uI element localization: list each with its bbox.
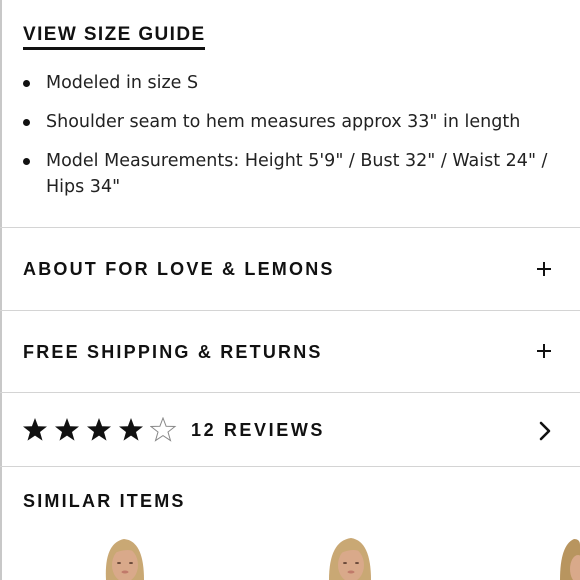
similar-item-image[interactable] [100, 535, 150, 580]
star-rating [22, 417, 182, 443]
detail-item: Shoulder seam to hem measures approx 33"… [23, 109, 563, 135]
size-guide-underline [23, 47, 205, 50]
star-empty-icon [150, 417, 177, 442]
accordion-about-brand[interactable]: ABOUT FOR LOVE & LEMONS [0, 227, 580, 310]
star-filled-icon [55, 418, 79, 441]
accordion-shipping-returns[interactable]: FREE SHIPPING & RETURNS [0, 310, 580, 392]
accordion-shipping-label: FREE SHIPPING & RETURNS [23, 342, 323, 362]
detail-item: Model Measurements: Height 5'9" / Bust 3… [23, 148, 563, 200]
plus-icon[interactable] [537, 262, 551, 276]
similar-item-image[interactable] [325, 535, 375, 580]
reviews-count: 12 REVIEWS [191, 420, 326, 440]
product-details-list: Modeled in size S Shoulder seam to hem m… [23, 70, 563, 213]
plus-icon[interactable] [537, 344, 551, 358]
bullet-icon [23, 119, 30, 126]
chevron-right-icon[interactable] [538, 421, 552, 441]
bullet-icon [23, 158, 30, 165]
similar-item-image[interactable] [558, 535, 580, 580]
accordion-about-label: ABOUT FOR LOVE & LEMONS [23, 259, 335, 279]
detail-text: Shoulder seam to hem measures approx 33"… [46, 112, 521, 132]
reviews-row[interactable]: 12 REVIEWS [0, 392, 580, 466]
detail-item: Modeled in size S [23, 70, 563, 96]
similar-items-section: SIMILAR ITEMS [0, 466, 580, 580]
bullet-icon [23, 80, 30, 87]
view-size-guide-link[interactable]: VIEW SIZE GUIDE [23, 24, 206, 46]
detail-text: Model Measurements: Height 5'9" / Bust 3… [46, 151, 548, 197]
star-filled-icon [87, 418, 111, 441]
similar-items-title: SIMILAR ITEMS [23, 491, 186, 511]
star-filled-icon [119, 418, 143, 441]
star-filled-icon [23, 418, 47, 441]
detail-text: Modeled in size S [46, 73, 199, 93]
